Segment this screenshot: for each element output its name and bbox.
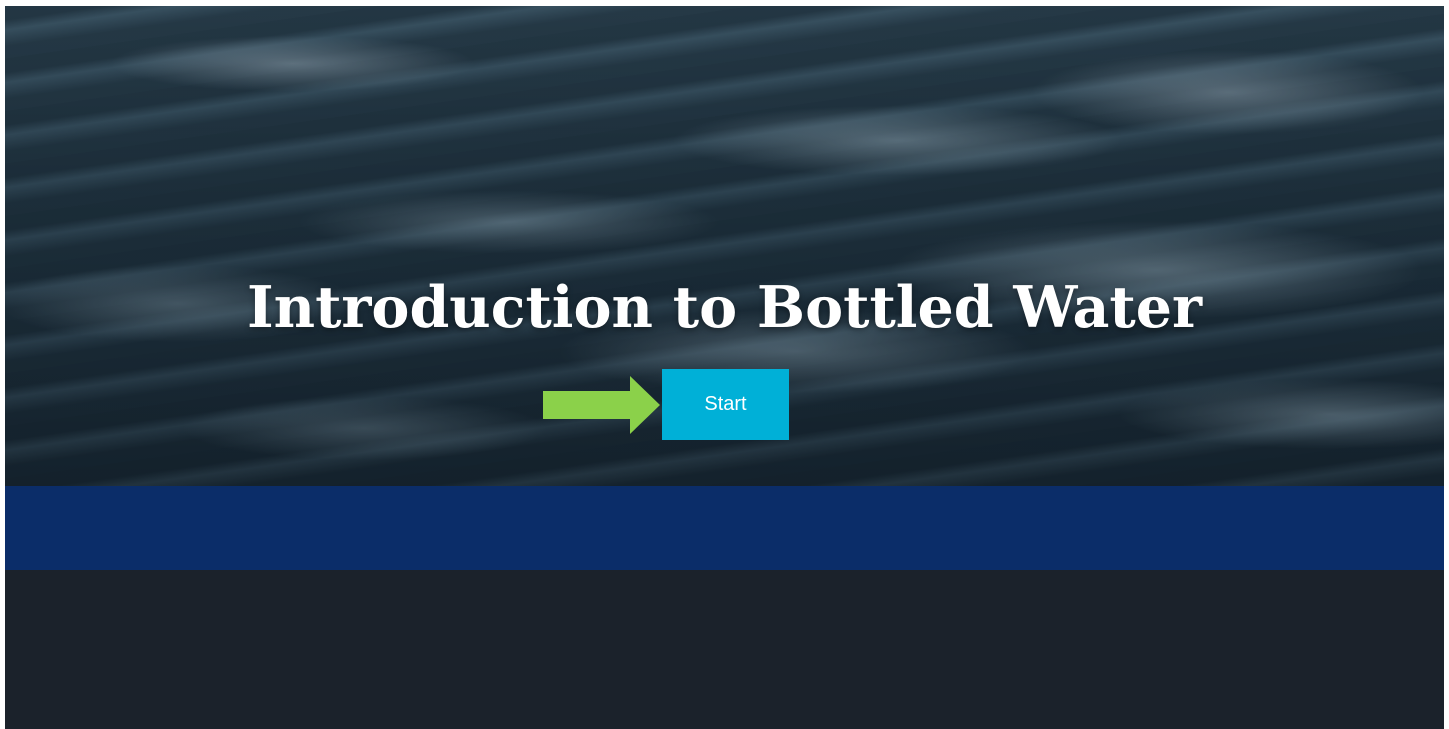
- dark-footer: [5, 570, 1444, 729]
- course-title: Introduction to Bottled Water: [246, 274, 1203, 341]
- hero-section: Introduction to Bottled Water Start: [5, 6, 1444, 486]
- course-cover: Introduction to Bottled Water Start: [5, 6, 1444, 729]
- arrow-right-icon: [543, 376, 660, 434]
- start-button[interactable]: Start: [662, 369, 789, 440]
- blue-band: [5, 486, 1444, 570]
